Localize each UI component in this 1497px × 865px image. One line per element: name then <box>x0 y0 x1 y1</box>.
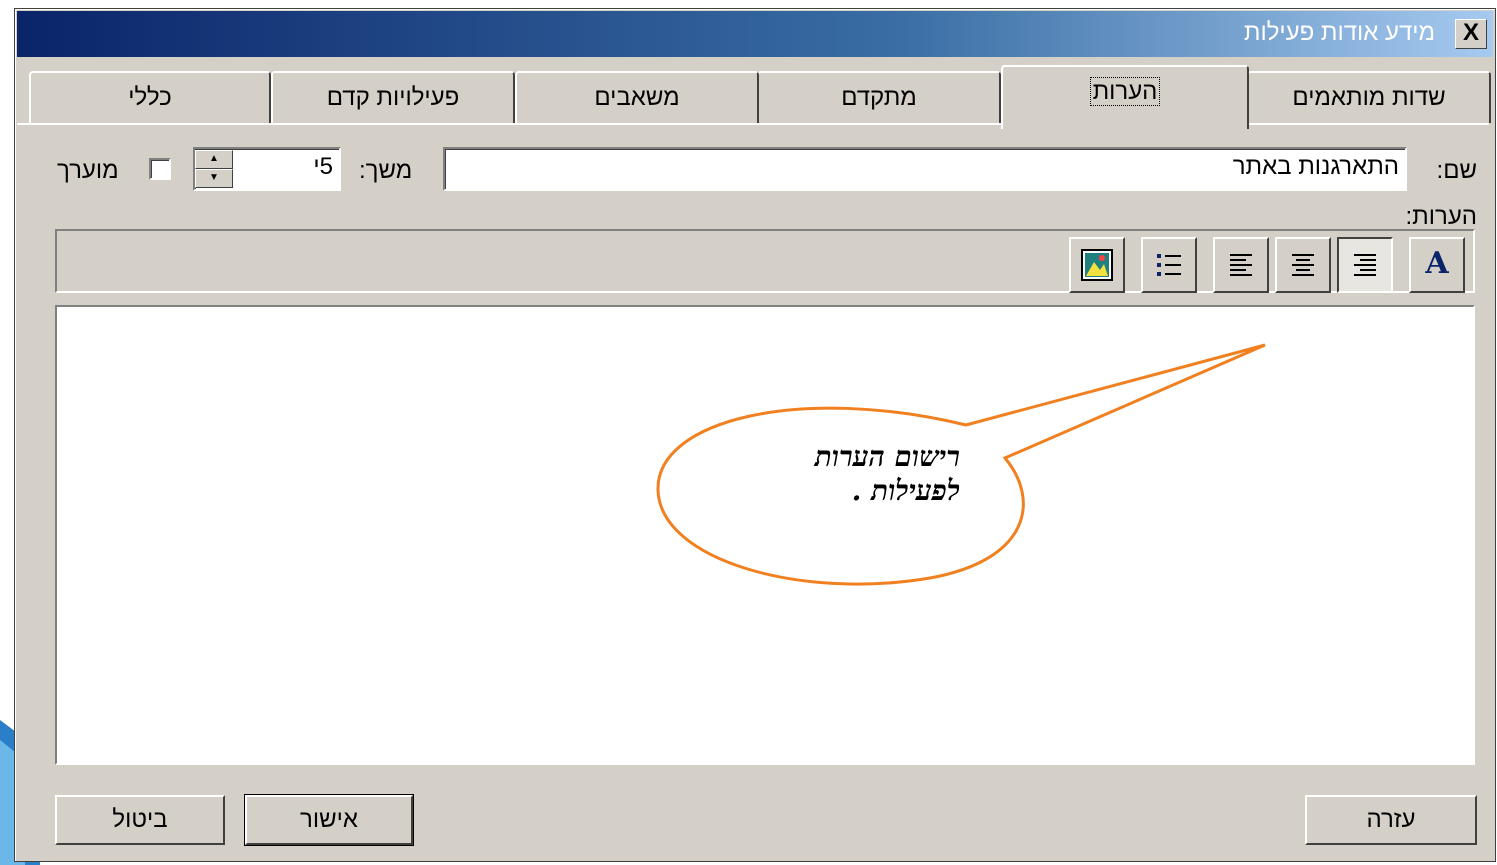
tab-label: הערות <box>1089 77 1161 106</box>
tab-label: מתקדם <box>841 84 917 111</box>
notes-toolbar: A <box>55 229 1475 293</box>
name-field[interactable]: התארגנות באתר <box>443 147 1407 191</box>
tab-general[interactable]: כללי <box>29 71 271 123</box>
name-label: שם: <box>1436 157 1477 184</box>
font-button[interactable]: A <box>1409 237 1465 293</box>
callout-line-1: רישום הערות <box>814 440 960 473</box>
callout-line-2: לפעילות . <box>851 474 960 507</box>
insert-object-icon <box>1081 249 1113 281</box>
font-icon: A <box>1425 246 1449 281</box>
notes-label: הערות: <box>1405 203 1477 230</box>
bullet-list-button[interactable] <box>1141 237 1197 293</box>
tab-predecessors[interactable]: פעילויות קדם <box>271 71 515 123</box>
estimated-label: מוערך <box>57 157 119 184</box>
tab-label: משאבים <box>594 84 680 111</box>
ok-button[interactable]: אישור <box>244 794 414 846</box>
bullet-list-icon <box>1157 254 1181 276</box>
tab-label: פעילויות קדם <box>326 84 460 111</box>
estimated-checkbox[interactable] <box>149 158 171 180</box>
spin-down-icon[interactable]: ▼ <box>195 169 233 188</box>
tab-resources[interactable]: משאבים <box>515 71 759 123</box>
window-title: מידע אודות פעילות <box>1243 19 1435 46</box>
align-left-icon <box>1230 254 1252 276</box>
align-center-button[interactable] <box>1275 237 1331 293</box>
tab-label: שדות מותאמים <box>1292 84 1446 111</box>
align-right-icon <box>1354 254 1376 276</box>
callout-text: רישום הערות לפעילות . <box>720 440 960 508</box>
help-button[interactable]: עזרה <box>1305 795 1477 845</box>
cancel-button[interactable]: ביטול <box>55 795 225 845</box>
align-left-button[interactable] <box>1213 237 1269 293</box>
tab-advanced[interactable]: מתקדם <box>757 71 1001 123</box>
tab-custom-fields[interactable]: שדות מותאמים <box>1247 71 1491 123</box>
insert-object-button[interactable] <box>1069 237 1125 293</box>
name-value: התארגנות באתר <box>1232 153 1399 180</box>
duration-value: 5י <box>313 153 333 180</box>
align-center-icon <box>1292 254 1314 276</box>
close-button[interactable]: X <box>1455 19 1487 49</box>
spin-up-icon[interactable]: ▲ <box>195 150 233 169</box>
duration-label: משך: <box>359 157 413 184</box>
title-bar: X מידע אודות פעילות <box>17 11 1493 57</box>
align-right-button[interactable] <box>1337 237 1393 293</box>
duration-stepper[interactable]: ▲ ▼ <box>195 150 233 188</box>
tab-label: כללי <box>128 84 172 111</box>
activity-info-dialog: X מידע אודות פעילות שדות מותאמים הערות מ… <box>14 8 1496 862</box>
tab-notes[interactable]: הערות <box>1001 65 1249 129</box>
notes-text-area[interactable] <box>55 305 1475 765</box>
